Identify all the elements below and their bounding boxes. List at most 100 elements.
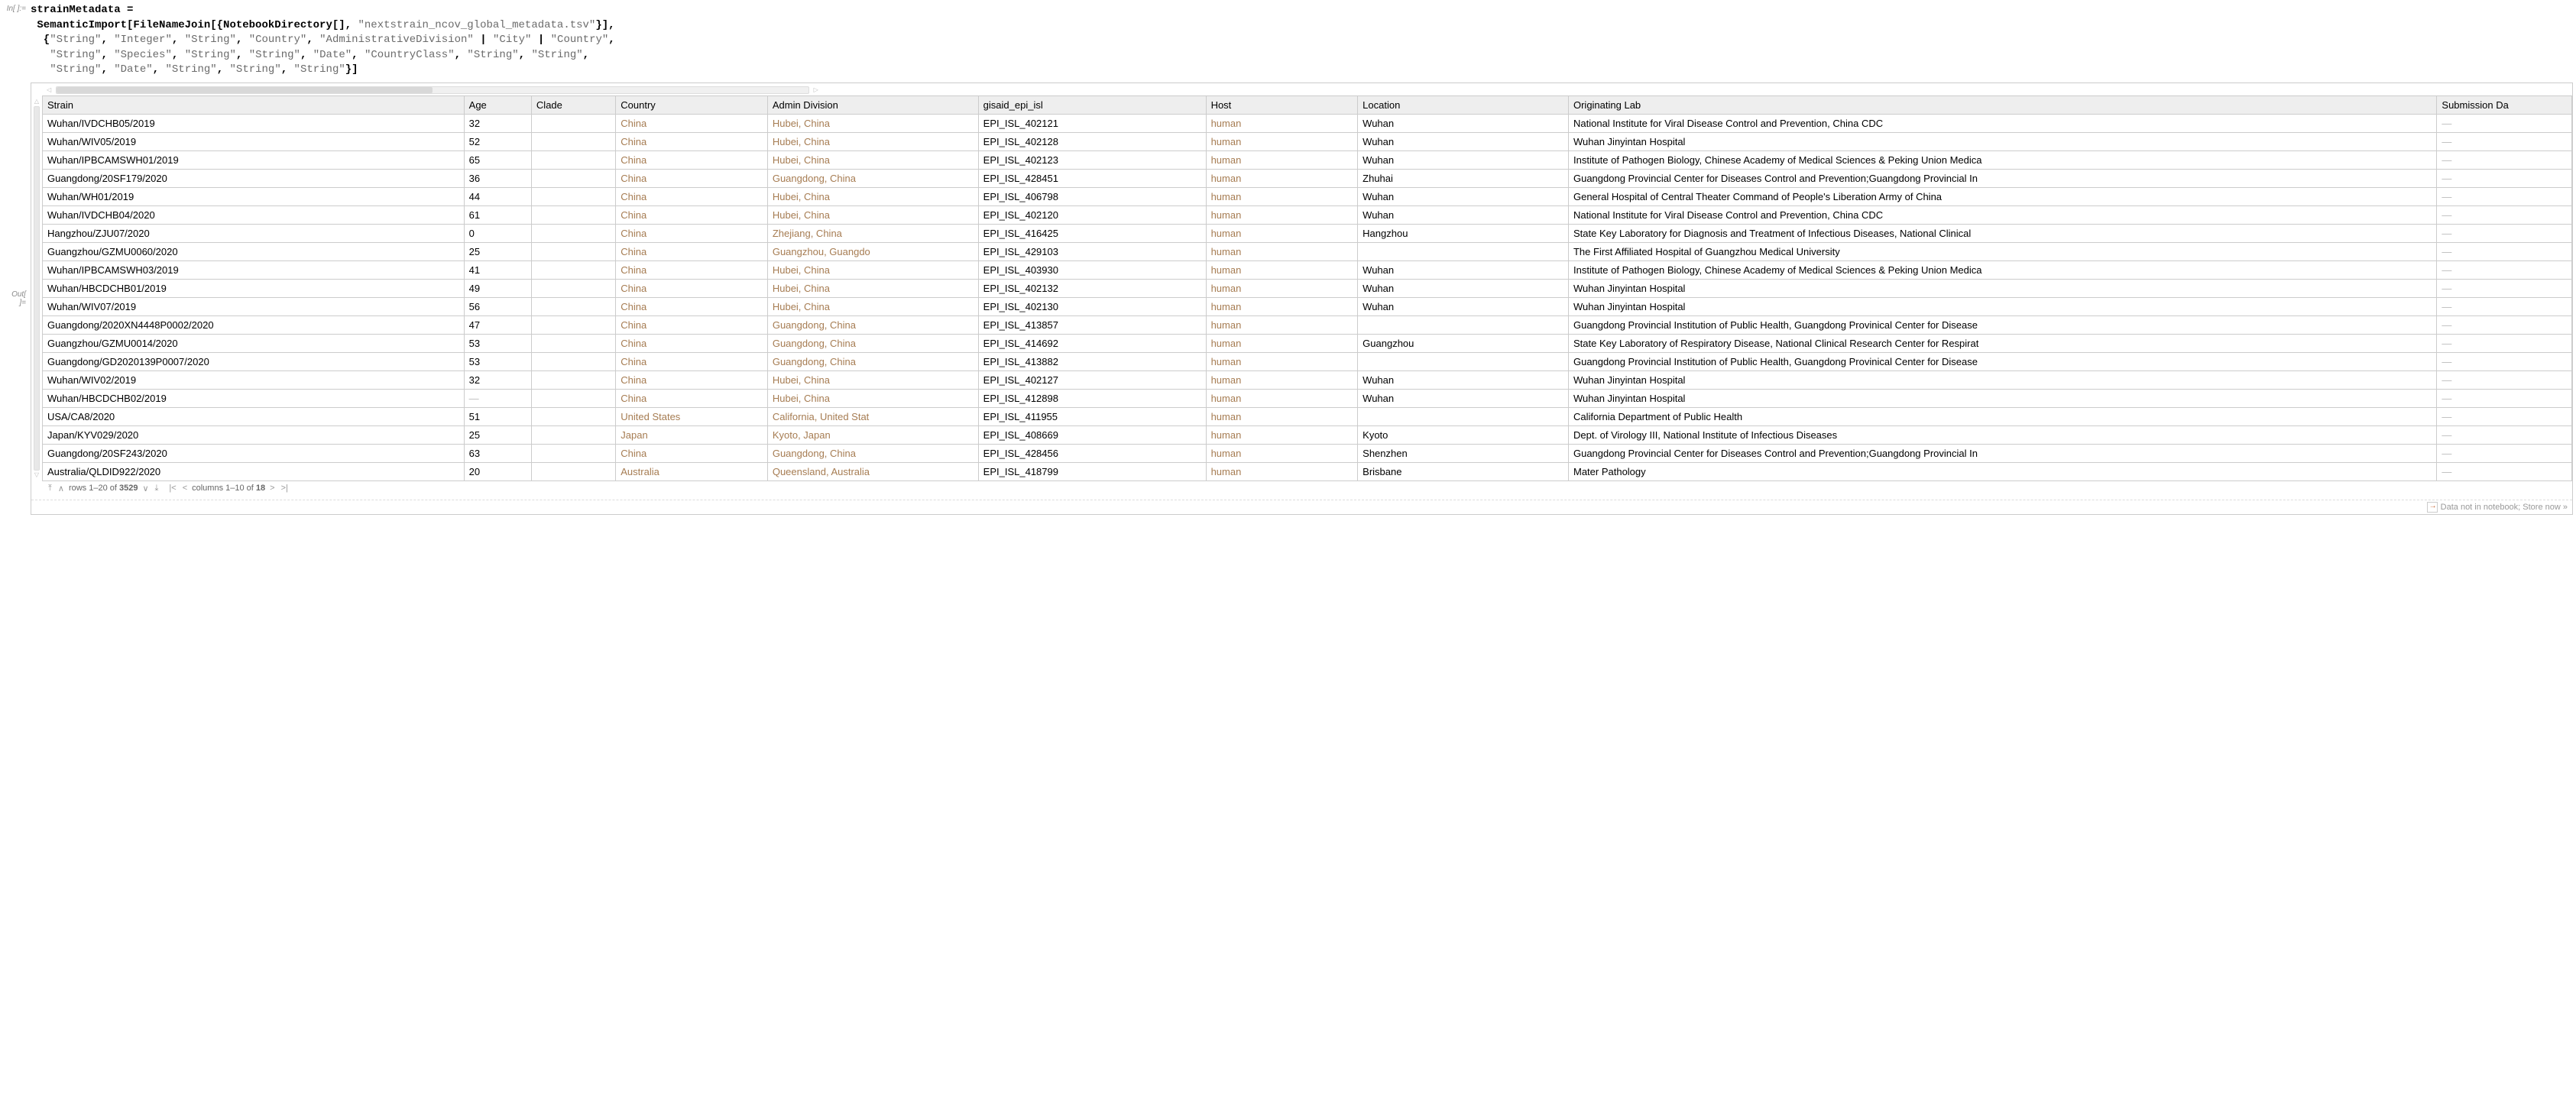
table-cell: — [2437, 444, 2572, 462]
table-cell: 32 [464, 114, 531, 132]
table-cell [531, 279, 615, 297]
table-cell: Wuhan/WIV05/2019 [43, 132, 465, 150]
table-cell: Hubei, China [767, 370, 978, 389]
table-row[interactable]: Guangdong/GD2020139P0007/202053ChinaGuan… [43, 352, 2572, 370]
table-cell: China [616, 169, 768, 187]
table-cell: Brisbane [1358, 462, 1569, 480]
table-cell: human [1206, 297, 1358, 315]
table-row[interactable]: Guangdong/2020XN4448P0002/202047ChinaGua… [43, 315, 2572, 334]
scroll-right-icon[interactable]: ▷ [814, 87, 818, 93]
table-cell: human [1206, 425, 1358, 444]
table-cell: Wuhan [1358, 150, 1569, 169]
table-row[interactable]: Guangdong/20SF179/202036ChinaGuangdong, … [43, 169, 2572, 187]
table-cell [531, 114, 615, 132]
table-cell: 47 [464, 315, 531, 334]
rows-next-icon[interactable]: ∨ [141, 484, 150, 493]
table-cell: — [2437, 187, 2572, 205]
cols-last-icon[interactable]: >| [280, 484, 290, 493]
table-cell: EPI_ISL_418799 [978, 462, 1206, 480]
table-cell: Australia [616, 462, 768, 480]
code-input[interactable]: strainMetadata = SemanticImport[FileName… [31, 3, 2573, 78]
column-header[interactable]: Country [616, 95, 768, 114]
vertical-scroll-thumb[interactable] [34, 107, 39, 470]
table-cell: Guangzhou [1358, 334, 1569, 352]
table-row[interactable]: Guangzhou/GZMU0014/202053ChinaGuangdong,… [43, 334, 2572, 352]
table-cell: 20 [464, 462, 531, 480]
column-header[interactable]: Clade [531, 95, 615, 114]
table-cell: China [616, 205, 768, 224]
table-cell: General Hospital of Central Theater Comm… [1568, 187, 2436, 205]
table-cell: — [464, 389, 531, 407]
table-row[interactable]: Guangzhou/GZMU0060/202025ChinaGuangzhou,… [43, 242, 2572, 260]
table-cell: 53 [464, 334, 531, 352]
table-cell: human [1206, 370, 1358, 389]
store-data-bar[interactable]: Data not in notebook; Store now » [31, 500, 2572, 514]
table-row[interactable]: Australia/QLDID922/202020AustraliaQueens… [43, 462, 2572, 480]
rows-first-icon[interactable]: ⤒ [47, 484, 53, 493]
table-cell: Wuhan/WIV02/2019 [43, 370, 465, 389]
table-row[interactable]: Wuhan/WH01/201944ChinaHubei, ChinaEPI_IS… [43, 187, 2572, 205]
table-cell: Wuhan [1358, 132, 1569, 150]
scroll-left-icon[interactable]: ◁ [47, 87, 51, 93]
table-cell: Hubei, China [767, 187, 978, 205]
table-cell: Guangdong, China [767, 352, 978, 370]
table-cell: — [2437, 224, 2572, 242]
column-header[interactable]: Location [1358, 95, 1569, 114]
table-cell: EPI_ISL_406798 [978, 187, 1206, 205]
table-cell: China [616, 114, 768, 132]
column-header[interactable]: Admin Division [767, 95, 978, 114]
table-cell: Hubei, China [767, 297, 978, 315]
table-row[interactable]: Wuhan/WIV05/201952ChinaHubei, ChinaEPI_I… [43, 132, 2572, 150]
table-cell: The First Affiliated Hospital of Guangzh… [1568, 242, 2436, 260]
table-row[interactable]: Wuhan/HBCDCHB02/2019—ChinaHubei, ChinaEP… [43, 389, 2572, 407]
horizontal-scroll-thumb[interactable] [57, 87, 433, 93]
scroll-up-icon[interactable]: △ [34, 99, 39, 105]
table-cell: Institute of Pathogen Biology, Chinese A… [1568, 260, 2436, 279]
table-cell: human [1206, 352, 1358, 370]
table-row[interactable]: Wuhan/HBCDCHB01/201949ChinaHubei, ChinaE… [43, 279, 2572, 297]
table-cell [531, 462, 615, 480]
column-header[interactable]: Strain [43, 95, 465, 114]
table-row[interactable]: Japan/KYV029/202025JapanKyoto, JapanEPI_… [43, 425, 2572, 444]
rows-prev-icon[interactable]: ∧ [57, 484, 66, 493]
table-cell: human [1206, 150, 1358, 169]
table-cell: Wuhan [1358, 260, 1569, 279]
rows-last-icon[interactable]: ⤓ [154, 484, 160, 493]
cols-prev-icon[interactable]: < [181, 484, 189, 493]
table-row[interactable]: Wuhan/IVDCHB05/201932ChinaHubei, ChinaEP… [43, 114, 2572, 132]
table-cell: Hubei, China [767, 389, 978, 407]
table-cell: 65 [464, 150, 531, 169]
table-cell: China [616, 150, 768, 169]
horizontal-scrollbar[interactable] [56, 86, 809, 94]
table-cell: Wuhan [1358, 389, 1569, 407]
cols-next-icon[interactable]: > [268, 484, 276, 493]
table-cell: Dept. of Virology III, National Institut… [1568, 425, 2436, 444]
table-row[interactable]: Wuhan/IVDCHB04/202061ChinaHubei, ChinaEP… [43, 205, 2572, 224]
table-cell: Wuhan Jinyintan Hospital [1568, 389, 2436, 407]
table-row[interactable]: Wuhan/IPBCAMSWH03/201941ChinaHubei, Chin… [43, 260, 2572, 279]
table-row[interactable]: Wuhan/IPBCAMSWH01/201965ChinaHubei, Chin… [43, 150, 2572, 169]
vertical-scrollbar[interactable] [34, 106, 40, 471]
scroll-down-icon[interactable]: ▽ [34, 472, 39, 478]
table-cell: — [2437, 297, 2572, 315]
column-header[interactable]: gisaid_epi_isl [978, 95, 1206, 114]
table-row[interactable]: USA/CA8/202051United StatesCalifornia, U… [43, 407, 2572, 425]
table-row[interactable]: Hangzhou/ZJU07/20200ChinaZhejiang, China… [43, 224, 2572, 242]
column-header[interactable]: Originating Lab [1568, 95, 2436, 114]
table-cell: Hangzhou/ZJU07/2020 [43, 224, 465, 242]
column-header[interactable]: Submission Da [2437, 95, 2572, 114]
table-row[interactable]: Wuhan/WIV02/201932ChinaHubei, ChinaEPI_I… [43, 370, 2572, 389]
column-header[interactable]: Host [1206, 95, 1358, 114]
table-row[interactable]: Wuhan/WIV07/201956ChinaHubei, ChinaEPI_I… [43, 297, 2572, 315]
cols-first-icon[interactable]: |< [167, 484, 177, 493]
table-cell: 44 [464, 187, 531, 205]
table-cell [1358, 407, 1569, 425]
column-header[interactable]: Age [464, 95, 531, 114]
table-cell [1358, 315, 1569, 334]
table-cell: China [616, 297, 768, 315]
rows-range-label: rows 1–20 of 3529 [69, 484, 138, 493]
table-cell: China [616, 315, 768, 334]
table-cell: Wuhan/WH01/2019 [43, 187, 465, 205]
table-row[interactable]: Guangdong/20SF243/202063ChinaGuangdong, … [43, 444, 2572, 462]
table-cell: 32 [464, 370, 531, 389]
